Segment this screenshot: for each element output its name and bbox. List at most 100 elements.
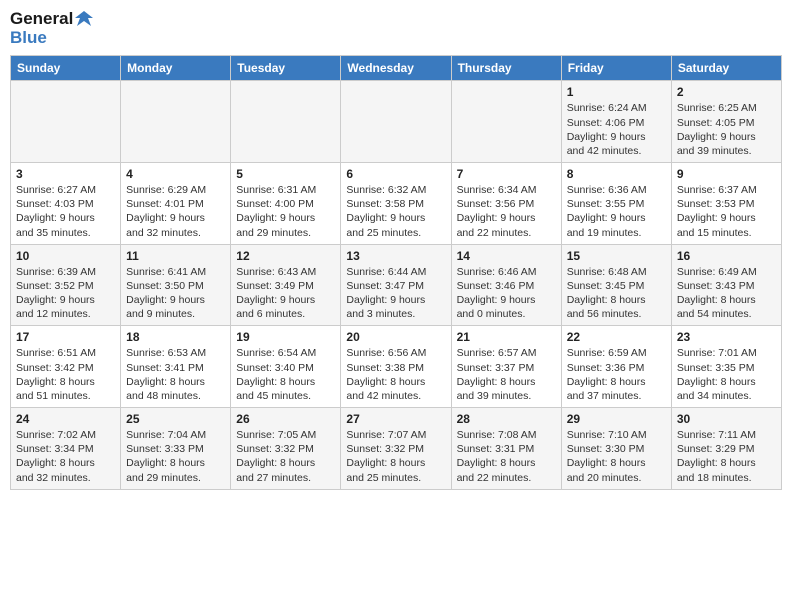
calendar-table: SundayMondayTuesdayWednesdayThursdayFrid…: [10, 55, 782, 489]
day-info: Sunrise: 6:51 AM Sunset: 3:42 PM Dayligh…: [16, 346, 115, 403]
day-info: Sunrise: 7:08 AM Sunset: 3:31 PM Dayligh…: [457, 428, 556, 485]
day-info: Sunrise: 6:49 AM Sunset: 3:43 PM Dayligh…: [677, 265, 776, 322]
day-info: Sunrise: 6:27 AM Sunset: 4:03 PM Dayligh…: [16, 183, 115, 240]
calendar-day-17: 17 Sunrise: 6:51 AM Sunset: 3:42 PM Dayli…: [11, 326, 121, 408]
day-number: 27: [346, 412, 445, 426]
calendar-day-1: 1 Sunrise: 6:24 AM Sunset: 4:06 PM Daylig…: [561, 81, 671, 163]
day-info: Sunrise: 6:54 AM Sunset: 3:40 PM Dayligh…: [236, 346, 335, 403]
calendar-day-12: 12Sunrise: 6:43 AM Sunset: 3:49 PM Dayli…: [231, 244, 341, 326]
day-info: Sunrise: 6:59 AM Sunset: 3:36 PM Dayligh…: [567, 346, 666, 403]
day-number: 17: [16, 330, 115, 344]
logo-line2: Blue: [10, 29, 93, 48]
day-info: Sunrise: 7:10 AM Sunset: 3:30 PM Dayligh…: [567, 428, 666, 485]
calendar-day-3: 3 Sunrise: 6:27 AM Sunset: 4:03 PM Daylig…: [11, 163, 121, 245]
day-info: Sunrise: 7:07 AM Sunset: 3:32 PM Dayligh…: [346, 428, 445, 485]
calendar-day-7: 7Sunrise: 6:34 AM Sunset: 3:56 PM Daylig…: [451, 163, 561, 245]
calendar-day-20: 20 Sunrise: 6:56 AM Sunset: 3:38 PM Dayli…: [341, 326, 451, 408]
weekday-header-friday: Friday: [561, 56, 671, 81]
calendar-day-18: 18 Sunrise: 6:53 AM Sunset: 3:41 PM Dayli…: [121, 326, 231, 408]
page-header: General Blue: [10, 10, 782, 47]
calendar-day-14: 14Sunrise: 6:46 AM Sunset: 3:46 PM Dayli…: [451, 244, 561, 326]
day-number: 18: [126, 330, 225, 344]
logo-bird-icon: [75, 11, 93, 27]
calendar-day-2: 2Sunrise: 6:25 AM Sunset: 4:05 PM Daylig…: [671, 81, 781, 163]
day-info: Sunrise: 6:24 AM Sunset: 4:06 PM Dayligh…: [567, 101, 666, 158]
calendar-week-row: 3 Sunrise: 6:27 AM Sunset: 4:03 PM Daylig…: [11, 163, 782, 245]
day-number: 28: [457, 412, 556, 426]
calendar-day-13: 13 Sunrise: 6:44 AM Sunset: 3:47 PM Dayli…: [341, 244, 451, 326]
day-info: Sunrise: 7:05 AM Sunset: 3:32 PM Dayligh…: [236, 428, 335, 485]
day-info: Sunrise: 7:04 AM Sunset: 3:33 PM Dayligh…: [126, 428, 225, 485]
calendar-day-27: 27 Sunrise: 7:07 AM Sunset: 3:32 PM Dayli…: [341, 408, 451, 490]
weekday-header-sunday: Sunday: [11, 56, 121, 81]
day-number: 6: [346, 167, 445, 181]
calendar-day-26: 26 Sunrise: 7:05 AM Sunset: 3:32 PM Dayli…: [231, 408, 341, 490]
calendar-week-row: 24 Sunrise: 7:02 AM Sunset: 3:34 PM Dayli…: [11, 408, 782, 490]
calendar-day-6: 6 Sunrise: 6:32 AM Sunset: 3:58 PM Daylig…: [341, 163, 451, 245]
day-number: 16: [677, 249, 776, 263]
calendar-week-row: 10 Sunrise: 6:39 AM Sunset: 3:52 PM Dayli…: [11, 244, 782, 326]
day-number: 23: [677, 330, 776, 344]
day-info: Sunrise: 6:56 AM Sunset: 3:38 PM Dayligh…: [346, 346, 445, 403]
day-info: Sunrise: 6:34 AM Sunset: 3:56 PM Dayligh…: [457, 183, 556, 240]
calendar-day-9: 9 Sunrise: 6:37 AM Sunset: 3:53 PM Daylig…: [671, 163, 781, 245]
weekday-header-row: SundayMondayTuesdayWednesdayThursdayFrid…: [11, 56, 782, 81]
calendar-week-row: 17 Sunrise: 6:51 AM Sunset: 3:42 PM Dayli…: [11, 326, 782, 408]
calendar-day-21: 21Sunrise: 6:57 AM Sunset: 3:37 PM Dayli…: [451, 326, 561, 408]
day-info: Sunrise: 6:53 AM Sunset: 3:41 PM Dayligh…: [126, 346, 225, 403]
day-number: 8: [567, 167, 666, 181]
calendar-empty-cell: [231, 81, 341, 163]
calendar-empty-cell: [341, 81, 451, 163]
day-number: 25: [126, 412, 225, 426]
day-number: 4: [126, 167, 225, 181]
day-number: 1: [567, 85, 666, 99]
day-info: Sunrise: 6:32 AM Sunset: 3:58 PM Dayligh…: [346, 183, 445, 240]
calendar-empty-cell: [11, 81, 121, 163]
day-number: 30: [677, 412, 776, 426]
day-info: Sunrise: 6:37 AM Sunset: 3:53 PM Dayligh…: [677, 183, 776, 240]
weekday-header-wednesday: Wednesday: [341, 56, 451, 81]
calendar-day-22: 22 Sunrise: 6:59 AM Sunset: 3:36 PM Dayli…: [561, 326, 671, 408]
day-number: 10: [16, 249, 115, 263]
calendar-day-29: 29 Sunrise: 7:10 AM Sunset: 3:30 PM Dayli…: [561, 408, 671, 490]
day-info: Sunrise: 6:39 AM Sunset: 3:52 PM Dayligh…: [16, 265, 115, 322]
day-info: Sunrise: 6:43 AM Sunset: 3:49 PM Dayligh…: [236, 265, 335, 322]
day-number: 15: [567, 249, 666, 263]
day-number: 24: [16, 412, 115, 426]
day-number: 14: [457, 249, 556, 263]
day-number: 21: [457, 330, 556, 344]
calendar-day-30: 30Sunrise: 7:11 AM Sunset: 3:29 PM Dayli…: [671, 408, 781, 490]
calendar-day-28: 28 Sunrise: 7:08 AM Sunset: 3:31 PM Dayli…: [451, 408, 561, 490]
calendar-week-row: 1 Sunrise: 6:24 AM Sunset: 4:06 PM Daylig…: [11, 81, 782, 163]
day-info: Sunrise: 6:48 AM Sunset: 3:45 PM Dayligh…: [567, 265, 666, 322]
calendar-day-19: 19 Sunrise: 6:54 AM Sunset: 3:40 PM Dayli…: [231, 326, 341, 408]
logo-line1: General: [10, 10, 73, 29]
weekday-header-monday: Monday: [121, 56, 231, 81]
day-number: 11: [126, 249, 225, 263]
day-number: 5: [236, 167, 335, 181]
day-info: Sunrise: 6:36 AM Sunset: 3:55 PM Dayligh…: [567, 183, 666, 240]
calendar-day-11: 11Sunrise: 6:41 AM Sunset: 3:50 PM Dayli…: [121, 244, 231, 326]
weekday-header-thursday: Thursday: [451, 56, 561, 81]
day-number: 13: [346, 249, 445, 263]
calendar-day-25: 25 Sunrise: 7:04 AM Sunset: 3:33 PM Dayli…: [121, 408, 231, 490]
day-number: 22: [567, 330, 666, 344]
day-number: 29: [567, 412, 666, 426]
day-number: 20: [346, 330, 445, 344]
day-info: Sunrise: 6:44 AM Sunset: 3:47 PM Dayligh…: [346, 265, 445, 322]
calendar-empty-cell: [451, 81, 561, 163]
day-number: 2: [677, 85, 776, 99]
logo: General Blue: [10, 10, 93, 47]
day-info: Sunrise: 7:02 AM Sunset: 3:34 PM Dayligh…: [16, 428, 115, 485]
calendar-day-23: 23 Sunrise: 7:01 AM Sunset: 3:35 PM Dayli…: [671, 326, 781, 408]
day-info: Sunrise: 6:29 AM Sunset: 4:01 PM Dayligh…: [126, 183, 225, 240]
day-number: 19: [236, 330, 335, 344]
calendar-day-8: 8 Sunrise: 6:36 AM Sunset: 3:55 PM Daylig…: [561, 163, 671, 245]
day-info: Sunrise: 7:01 AM Sunset: 3:35 PM Dayligh…: [677, 346, 776, 403]
calendar-day-15: 15 Sunrise: 6:48 AM Sunset: 3:45 PM Dayli…: [561, 244, 671, 326]
day-number: 26: [236, 412, 335, 426]
weekday-header-tuesday: Tuesday: [231, 56, 341, 81]
day-number: 3: [16, 167, 115, 181]
day-number: 9: [677, 167, 776, 181]
weekday-header-saturday: Saturday: [671, 56, 781, 81]
